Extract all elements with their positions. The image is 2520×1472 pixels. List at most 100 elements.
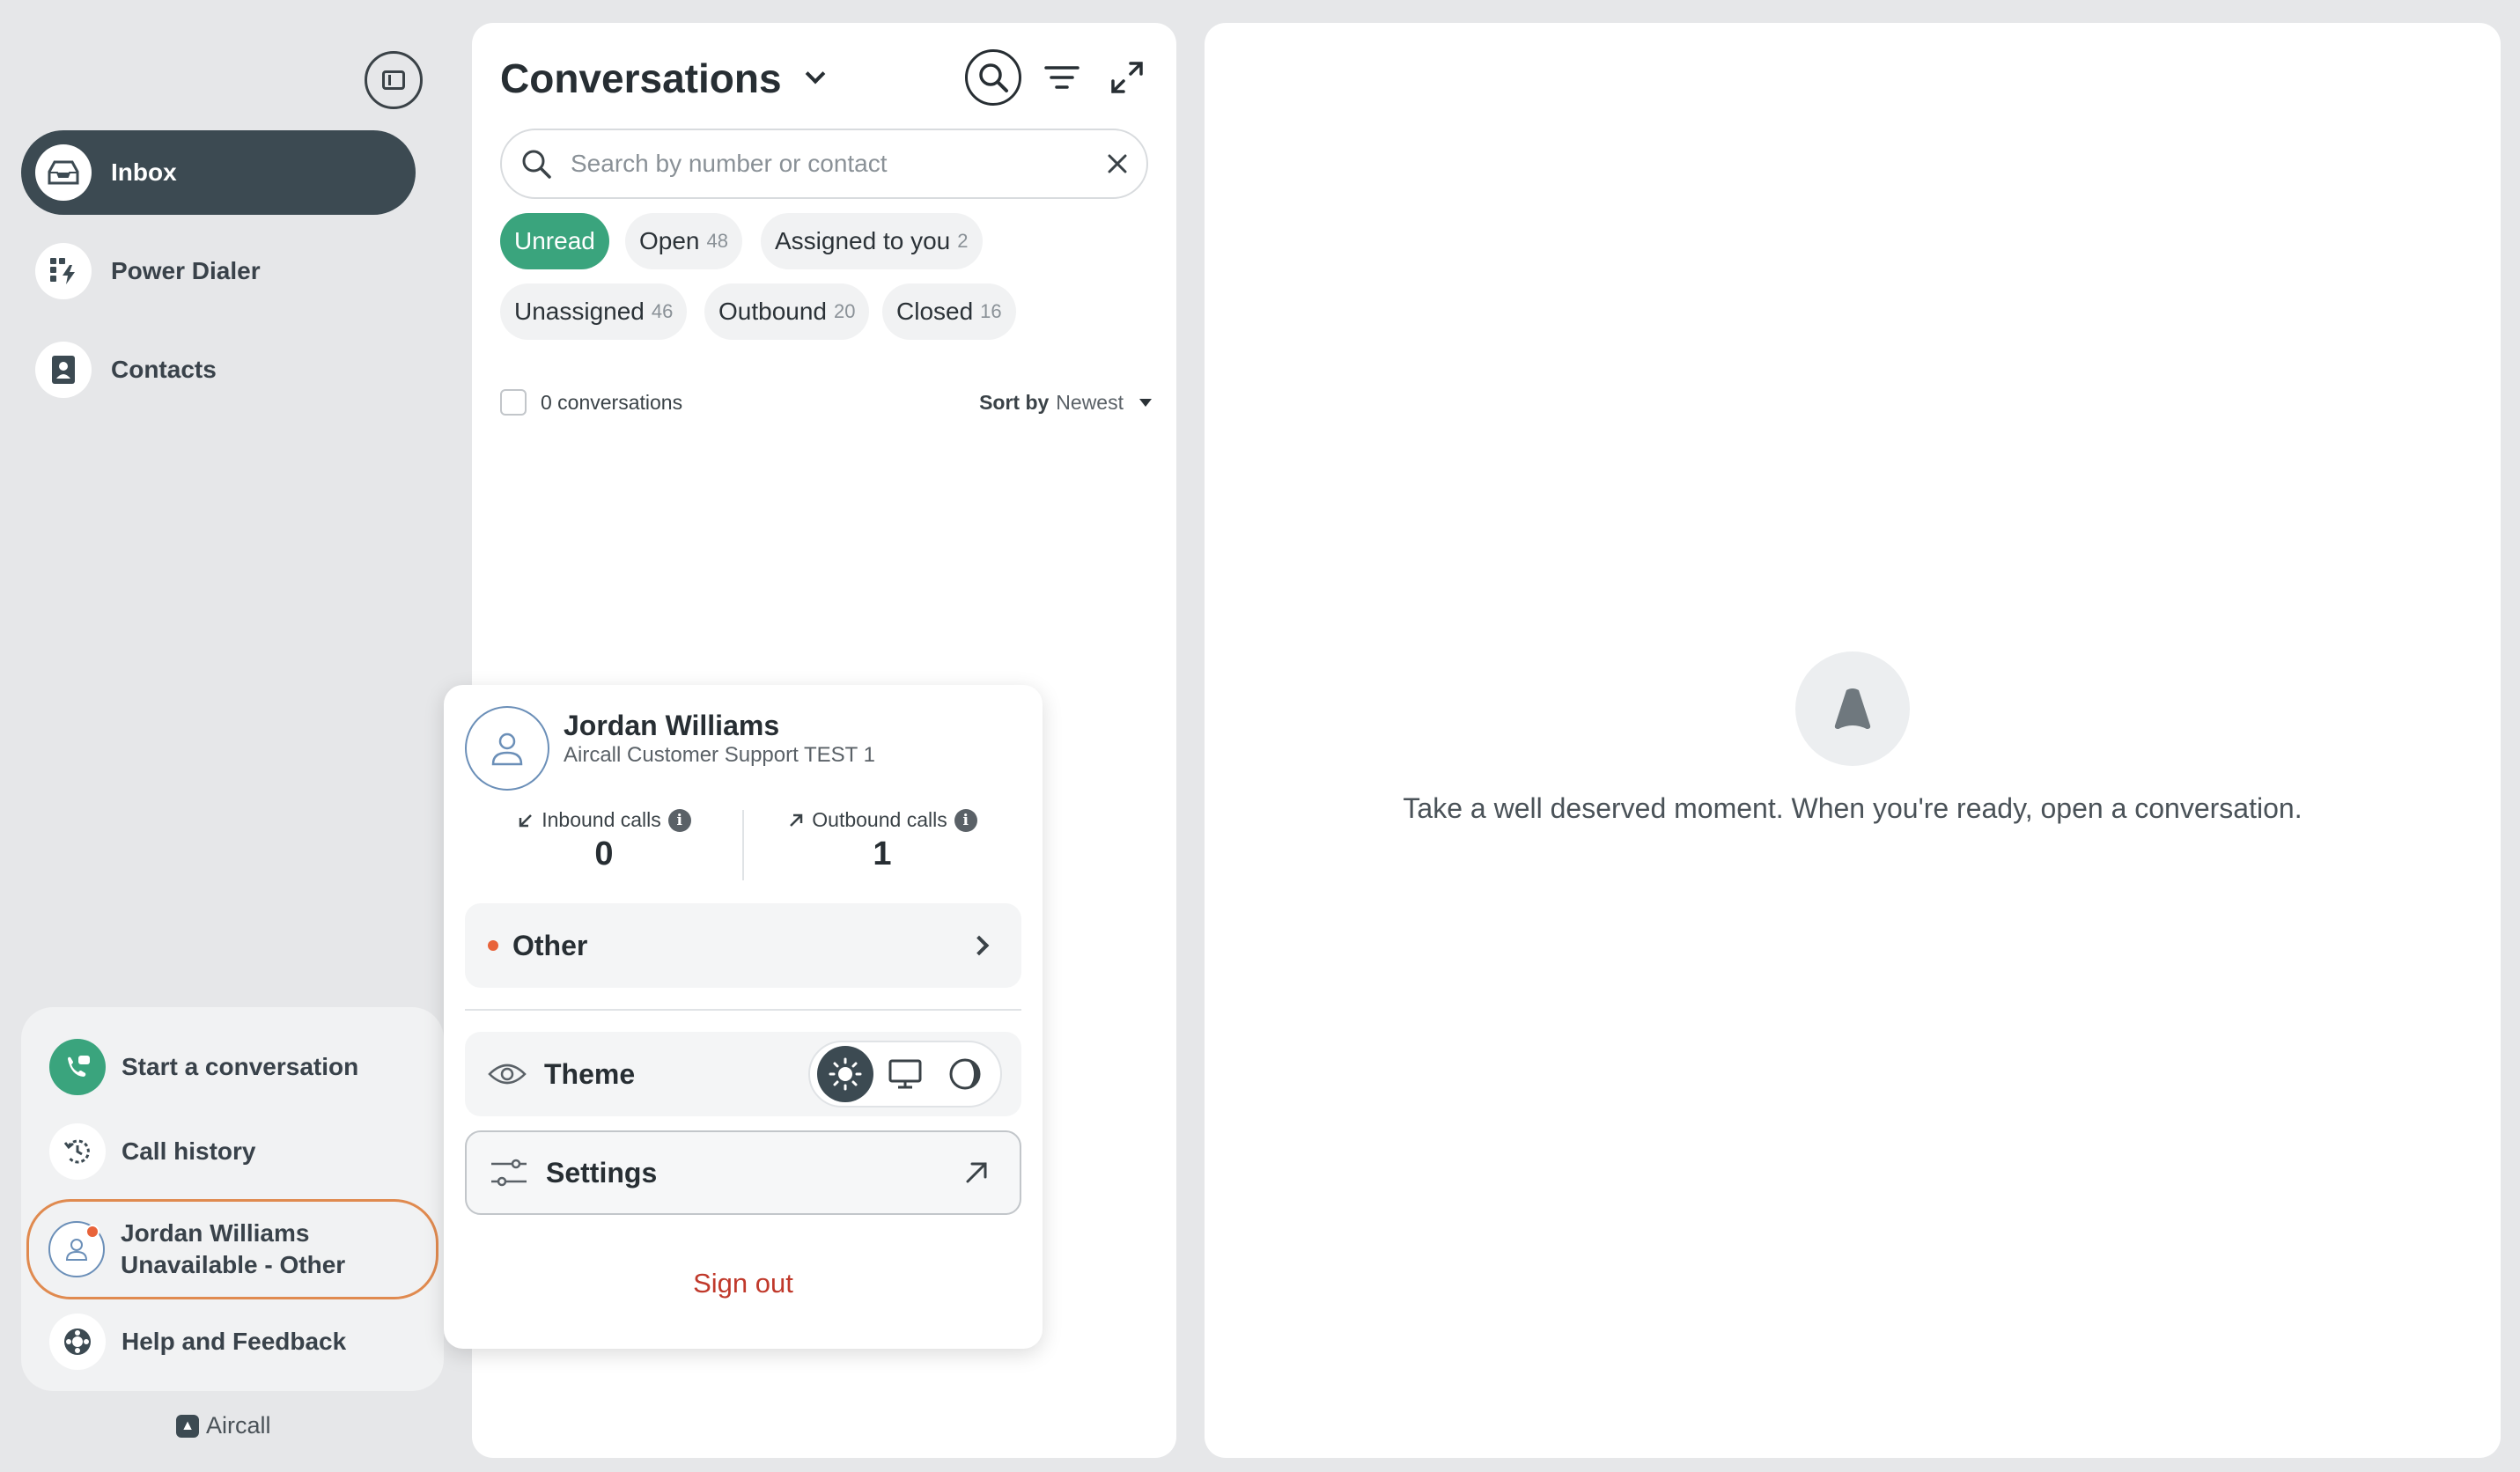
sidebar: Inbox Power Dialer Contacts Start a conv… <box>0 0 458 1472</box>
filter-icon <box>1044 66 1079 89</box>
sign-out-button[interactable]: Sign out <box>444 1268 1043 1299</box>
conversation-count: 0 conversations <box>541 390 683 414</box>
list-toolbar: 0 conversations Sort by Newest <box>500 387 1152 417</box>
chip-count: 16 <box>980 300 1002 322</box>
lifebuoy-icon <box>49 1314 106 1370</box>
chip-count: 20 <box>834 300 856 322</box>
conversations-title-dropdown[interactable]: Conversations <box>500 55 825 102</box>
eye-icon <box>488 1064 527 1085</box>
inbound-label: Inbound calls <box>542 808 661 831</box>
arrow-up-right-icon <box>790 813 803 827</box>
expand-icon <box>1111 62 1143 93</box>
profile-popover: Jordan Williams Aircall Customer Support… <box>444 685 1043 1349</box>
call-history-button[interactable]: Call history <box>21 1109 444 1194</box>
page-title: Conversations <box>500 55 782 101</box>
aircall-logo-icon: ▲ <box>176 1414 199 1438</box>
chip-label: Open <box>639 227 700 254</box>
chip-label: Closed <box>896 298 974 325</box>
empty-state-message: Take a well deserved moment. When you're… <box>1403 792 2303 824</box>
outbound-label: Outbound calls <box>812 808 947 831</box>
sort-dropdown[interactable]: Sort by Newest <box>979 391 1152 415</box>
sort-value: Newest <box>1056 390 1124 414</box>
sidebar-item-label: Inbox <box>111 158 177 186</box>
inbox-icon <box>35 144 92 201</box>
divider <box>465 1009 1021 1011</box>
chip-label: Unread <box>514 227 595 254</box>
status-label: Other <box>512 929 588 961</box>
chip-unread[interactable]: Unread <box>500 213 609 269</box>
theme-label: Theme <box>544 1057 636 1090</box>
conversation-detail-panel: Take a well deserved moment. When you're… <box>1205 23 2501 1458</box>
sidebar-item-contacts[interactable]: Contacts <box>21 328 416 412</box>
chip-label: Unassigned <box>514 298 645 325</box>
chip-unassigned[interactable]: Unassigned 46 <box>500 283 688 340</box>
settings-button[interactable]: Settings <box>465 1130 1021 1215</box>
theme-row: Theme <box>465 1032 1021 1116</box>
status-dot <box>85 1225 99 1239</box>
search-icon <box>522 150 551 179</box>
inbound-calls-stat: Inbound calls i 0 <box>465 808 743 873</box>
search-toggle-button[interactable] <box>965 49 1021 106</box>
divider <box>742 810 744 880</box>
chip-assigned-to-you[interactable]: Assigned to you 2 <box>761 213 983 269</box>
aircall-logo-icon <box>1795 651 1910 766</box>
power-dialer-icon <box>35 243 92 299</box>
close-icon[interactable] <box>1106 152 1129 175</box>
brand-label: Aircall <box>206 1412 271 1439</box>
chip-closed[interactable]: Closed 16 <box>882 283 1016 340</box>
user-status-card[interactable]: Jordan Williams Unavailable - Other <box>26 1199 438 1299</box>
sidebar-item-label: Power Dialer <box>111 257 261 284</box>
collapse-sidebar-button[interactable] <box>365 51 423 109</box>
chip-count: 48 <box>706 230 728 252</box>
brand: ▲ Aircall <box>176 1412 271 1439</box>
info-icon[interactable]: i <box>667 808 691 832</box>
user-name: Jordan Williams <box>121 1219 310 1247</box>
sidebar-item-power-dialer[interactable]: Power Dialer <box>21 229 416 313</box>
sliders-icon <box>491 1159 527 1187</box>
sidebar-toggle-icon <box>382 70 405 90</box>
contacts-icon <box>35 342 92 398</box>
settings-label: Settings <box>546 1156 658 1189</box>
info-icon[interactable]: i <box>954 808 977 832</box>
start-conversation-button[interactable]: Start a conversation <box>21 1025 444 1109</box>
chevron-right-icon <box>969 935 990 956</box>
expand-button[interactable] <box>1102 53 1152 102</box>
moon-icon <box>949 1058 981 1090</box>
chip-count: 46 <box>651 300 674 322</box>
chip-outbound[interactable]: Outbound 20 <box>704 283 870 340</box>
help-feedback-button[interactable]: Help and Feedback <box>21 1299 444 1384</box>
chevron-down-icon <box>805 63 825 85</box>
sort-label: Sort by <box>979 390 1050 414</box>
outbound-calls-stat: Outbound calls i 1 <box>743 808 1021 873</box>
chip-open[interactable]: Open 48 <box>625 213 742 269</box>
user-avatar-icon <box>48 1221 105 1277</box>
theme-dark-button[interactable] <box>937 1046 993 1102</box>
user-avatar-icon <box>465 706 549 791</box>
search-input[interactable] <box>569 149 1106 179</box>
profile-team: Aircall Customer Support TEST 1 <box>564 743 875 767</box>
caret-down-icon <box>1139 398 1152 407</box>
external-link-icon <box>966 1162 987 1183</box>
chip-label: Assigned to you <box>775 227 951 254</box>
chip-label: Outbound <box>718 298 827 325</box>
inbound-value: 0 <box>594 835 614 872</box>
filter-button[interactable] <box>1037 53 1087 102</box>
theme-system-button[interactable] <box>877 1046 933 1102</box>
outbound-value: 1 <box>873 835 892 872</box>
theme-toggle <box>808 1041 1002 1108</box>
profile-name: Jordan Williams <box>564 710 780 741</box>
start-conversation-icon <box>49 1039 106 1095</box>
monitor-icon <box>888 1059 922 1089</box>
sidebar-bottom-group: Start a conversation Call history Jordan… <box>21 1007 444 1391</box>
status-dot <box>488 940 498 951</box>
chip-count: 2 <box>957 230 969 252</box>
theme-light-button[interactable] <box>817 1046 873 1102</box>
call-history-label: Call history <box>122 1137 256 1165</box>
sidebar-item-inbox[interactable]: Inbox <box>21 130 416 215</box>
status-selector[interactable]: Other <box>465 903 1021 988</box>
sun-icon <box>829 1057 862 1091</box>
user-status: Unavailable - Other <box>121 1251 346 1278</box>
search-icon <box>979 63 1008 92</box>
arrow-down-left-icon <box>519 813 533 827</box>
select-all-checkbox[interactable] <box>500 389 527 416</box>
